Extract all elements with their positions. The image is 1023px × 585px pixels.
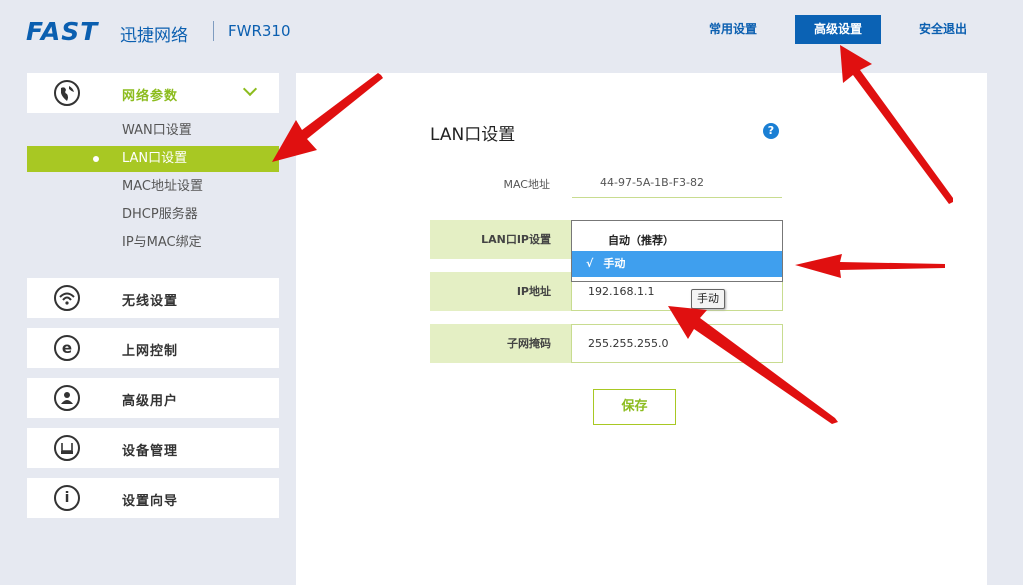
page-title: LAN口设置 bbox=[430, 125, 516, 145]
mac-label: MAC地址 bbox=[503, 178, 550, 191]
sidebar-item-lan[interactable]: LAN口设置 bbox=[27, 146, 279, 172]
lan-ip-mode-label: LAN口IP设置 bbox=[430, 220, 571, 259]
sidebar-item-setup-wizard-label: 设置向导 bbox=[122, 494, 179, 509]
user-icon bbox=[54, 385, 80, 411]
brand-divider bbox=[213, 21, 214, 41]
subnet-mask-label: 子网掩码 bbox=[430, 324, 571, 363]
dropdown-option-manual[interactable]: √ 手动 bbox=[572, 251, 782, 277]
header: FAST 迅捷网络 FWR310 常用设置 高级设置 安全退出 bbox=[0, 0, 1023, 62]
sidebar-item-access-control-label: 上网控制 bbox=[122, 344, 179, 359]
sidebar-item-wireless-label: 无线设置 bbox=[122, 294, 179, 309]
sidebar-item-device-mgmt-label: 设备管理 bbox=[122, 444, 179, 459]
nav-advanced-settings[interactable]: 高级设置 bbox=[795, 15, 881, 44]
globe-icon bbox=[54, 80, 80, 106]
sidebar-item-wireless[interactable]: 无线设置 bbox=[27, 278, 279, 318]
sidebar-item-advanced-user[interactable]: 高级用户 bbox=[27, 378, 279, 418]
save-button[interactable]: 保存 bbox=[593, 389, 676, 425]
model-name: FWR310 bbox=[228, 22, 291, 40]
info-icon: i bbox=[54, 485, 80, 511]
brand-name: 迅捷网络 bbox=[120, 26, 188, 46]
help-icon[interactable]: ? bbox=[763, 123, 779, 139]
mac-value: 44-97-5A-1B-F3-82 bbox=[600, 176, 704, 189]
ip-tooltip: 手动 bbox=[691, 289, 725, 309]
sidebar-item-lan-label: LAN口设置 bbox=[122, 151, 188, 166]
checkmark-icon: √ bbox=[586, 257, 594, 270]
sidebar-item-network-label: 网络参数 bbox=[122, 89, 179, 104]
sidebar-network-group: 网络参数 WAN口设置 LAN口设置 MAC地址设置 DHCP服务器 IP与MA… bbox=[27, 73, 279, 269]
ip-label: IP地址 bbox=[430, 272, 571, 311]
main-panel: LAN口设置 ? MAC地址 44-97-5A-1B-F3-82 LAN口IP设… bbox=[296, 73, 987, 585]
mac-divider bbox=[572, 197, 782, 198]
router-icon bbox=[54, 435, 80, 461]
sidebar-item-wan[interactable]: WAN口设置 bbox=[27, 118, 279, 144]
sidebar-item-ip-mac-bind[interactable]: IP与MAC绑定 bbox=[27, 230, 279, 256]
lan-ip-mode-dropdown[interactable]: 自动（推荐） √ 手动 bbox=[571, 220, 783, 282]
sidebar-item-setup-wizard[interactable]: i 设置向导 bbox=[27, 478, 279, 518]
nav-common-settings[interactable]: 常用设置 bbox=[693, 15, 773, 44]
wifi-icon bbox=[54, 285, 80, 311]
active-dot-icon bbox=[93, 156, 99, 162]
e-icon: e bbox=[54, 335, 80, 361]
subnet-mask-input[interactable]: 255.255.255.0 bbox=[571, 324, 783, 363]
chevron-down-icon bbox=[242, 81, 258, 97]
nav-logout[interactable]: 安全退出 bbox=[903, 15, 983, 44]
sidebar-item-mac[interactable]: MAC地址设置 bbox=[27, 174, 279, 200]
dropdown-option-manual-label: 手动 bbox=[603, 257, 626, 270]
sidebar-item-access-control[interactable]: e 上网控制 bbox=[27, 328, 279, 368]
sidebar-item-device-mgmt[interactable]: 设备管理 bbox=[27, 428, 279, 468]
dropdown-option-auto[interactable]: 自动（推荐） bbox=[608, 232, 674, 248]
sidebar-item-network[interactable]: 网络参数 bbox=[27, 73, 279, 113]
fast-logo: FAST bbox=[26, 17, 99, 46]
sidebar-item-advanced-user-label: 高级用户 bbox=[122, 394, 179, 409]
sidebar-item-dhcp[interactable]: DHCP服务器 bbox=[27, 202, 279, 228]
